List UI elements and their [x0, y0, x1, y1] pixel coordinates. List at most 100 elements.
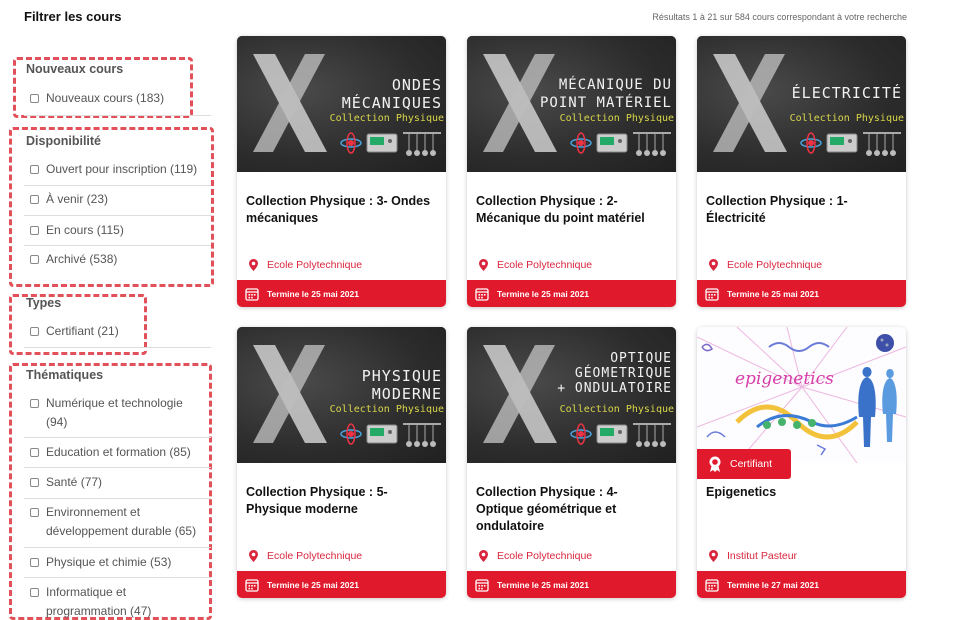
- checkbox[interactable]: [30, 558, 39, 567]
- filter-option-physics[interactable]: Physique et chimie (53): [30, 553, 212, 572]
- checkbox[interactable]: [30, 195, 39, 204]
- divider: [24, 347, 211, 348]
- filter-option-digital[interactable]: Numérique et technologie (94): [30, 394, 190, 432]
- checkbox[interactable]: [30, 255, 39, 264]
- thumb-text: MODERNE: [371, 385, 442, 403]
- filter-group-title-types: Types: [26, 296, 62, 310]
- thumb-subtitle: Collection Physique: [559, 113, 674, 124]
- course-end-date: Termine le 25 mai 2021: [237, 280, 446, 307]
- divider: [24, 467, 211, 468]
- course-card[interactable]: ÉLECTRICITÉ Collection Physique Collecti…: [697, 36, 906, 307]
- filter-option-upcoming[interactable]: À venir (23): [30, 190, 212, 209]
- divider: [24, 498, 211, 499]
- filter-option-health[interactable]: Santé (77): [30, 473, 212, 492]
- physics-props-icon: [570, 132, 671, 156]
- course-title[interactable]: Collection Physique : 5- Physique modern…: [246, 484, 438, 518]
- x-logo-icon: [253, 345, 327, 443]
- checkbox[interactable]: [30, 399, 39, 408]
- course-thumbnail: ÉLECTRICITÉ Collection Physique: [697, 36, 906, 172]
- physics-props-icon: [340, 132, 441, 156]
- filter-group-title-new: Nouveaux cours: [26, 62, 124, 76]
- checkbox[interactable]: [30, 327, 39, 336]
- course-card[interactable]: OPTIQUE GÉOMETRIQUE + ONDULATOIRE Collecti…: [467, 327, 676, 598]
- results-count: Résultats 1 à 21 sur 584 cours correspon…: [652, 12, 907, 22]
- filter-option-certifying[interactable]: Certifiant (21): [30, 322, 212, 341]
- physics-props-icon: [800, 132, 901, 156]
- x-logo-icon: [483, 345, 557, 443]
- filter-option-environment[interactable]: Environnement et développement durable (…: [30, 503, 212, 541]
- divider: [24, 245, 211, 246]
- thumb-text: POINT MATÉRIEL: [539, 95, 672, 111]
- location-pin-icon: [249, 550, 258, 562]
- course-organization: Ecole Polytechnique: [709, 259, 822, 271]
- filter-option-new-courses[interactable]: Nouveaux cours (183): [30, 89, 212, 108]
- course-card[interactable]: epigenetics Certifiant Epigenetics Insti…: [697, 327, 906, 598]
- course-end-date: Termine le 27 mai 2021: [697, 571, 906, 598]
- divider: [24, 215, 211, 216]
- divider: [24, 115, 211, 116]
- location-pin-icon: [249, 259, 258, 271]
- thumb-subtitle: Collection Physique: [329, 404, 444, 415]
- course-organization: Ecole Polytechnique: [479, 550, 592, 562]
- filter-group-title-themes: Thématiques: [26, 368, 104, 382]
- filter-option-ongoing[interactable]: En cours (115): [30, 221, 212, 240]
- checkbox[interactable]: [30, 94, 39, 103]
- checkbox[interactable]: [30, 478, 39, 487]
- divider: [24, 577, 211, 578]
- thumb-text: GÉOMETRIQUE: [574, 366, 672, 381]
- course-thumbnail: OPTIQUE GÉOMETRIQUE + ONDULATOIRE Collecti…: [467, 327, 676, 463]
- course-title[interactable]: Collection Physique : 1- Électricité: [706, 193, 898, 227]
- course-end-date: Termine le 25 mai 2021: [467, 280, 676, 307]
- course-title[interactable]: Epigenetics: [706, 484, 898, 501]
- filter-option-archived[interactable]: Archivé (538): [30, 250, 212, 269]
- course-end-date: Termine le 25 mai 2021: [237, 571, 446, 598]
- course-organization: Ecole Polytechnique: [249, 550, 362, 562]
- course-end-date: Termine le 25 mai 2021: [697, 280, 906, 307]
- filter-option-computing[interactable]: Informatique et programmation (47): [30, 583, 180, 620]
- course-title[interactable]: Collection Physique : 2- Mécanique du po…: [476, 193, 668, 227]
- filter-option-education[interactable]: Education et formation (85): [30, 443, 212, 462]
- filter-option-open[interactable]: Ouvert pour inscription (119): [30, 160, 212, 179]
- course-organization: Ecole Polytechnique: [249, 259, 362, 271]
- course-title[interactable]: Collection Physique : 3- Ondes mécanique…: [246, 193, 438, 227]
- course-organization: Institut Pasteur: [709, 550, 797, 562]
- filter-title: Filtrer les cours: [24, 9, 122, 24]
- thumb-word: epigenetics: [735, 369, 834, 389]
- course-card[interactable]: ONDES MÉCANIQUES Collection Physique Coll…: [237, 36, 446, 307]
- checkbox[interactable]: [30, 226, 39, 235]
- location-pin-icon: [479, 550, 488, 562]
- thumb-text: MÉCANIQUES: [341, 94, 442, 112]
- divider: [24, 185, 211, 186]
- course-card[interactable]: MÉCANIQUE DU POINT MATÉRIEL Collection Ph…: [467, 36, 676, 307]
- thumb-subtitle: Collection Physique: [559, 404, 674, 415]
- divider: [24, 437, 211, 438]
- checkbox[interactable]: [30, 508, 39, 517]
- calendar-icon: [475, 287, 489, 301]
- thumb-text: ONDES: [391, 76, 442, 94]
- physics-props-icon: [340, 423, 441, 447]
- calendar-icon: [245, 287, 259, 301]
- course-card[interactable]: PHYSIQUE MODERNE Collection Physique Coll…: [237, 327, 446, 598]
- location-pin-icon: [709, 259, 718, 271]
- divider: [24, 547, 211, 548]
- award-ribbon-icon: [709, 456, 721, 472]
- filter-group-title-availability: Disponibilité: [26, 134, 101, 148]
- course-end-date: Termine le 25 mai 2021: [467, 571, 676, 598]
- course-title[interactable]: Collection Physique : 4- Optique géométr…: [476, 484, 668, 535]
- x-logo-icon: [253, 54, 327, 152]
- thumb-text: PHYSIQUE: [361, 367, 442, 385]
- thumb-subtitle: Collection Physique: [789, 113, 904, 124]
- checkbox[interactable]: [30, 448, 39, 457]
- course-thumbnail: PHYSIQUE MODERNE Collection Physique: [237, 327, 446, 463]
- certifying-badge: Certifiant: [697, 449, 791, 479]
- course-thumbnail: epigenetics: [697, 327, 906, 463]
- checkbox[interactable]: [30, 588, 39, 597]
- location-pin-icon: [709, 550, 718, 562]
- location-pin-icon: [479, 259, 488, 271]
- checkbox[interactable]: [30, 165, 39, 174]
- thumb-text: ÉLECTRICITÉ: [791, 84, 902, 102]
- thumb-text: MÉCANIQUE DU: [558, 77, 672, 93]
- calendar-icon: [245, 578, 259, 592]
- thumb-subtitle: Collection Physique: [329, 113, 444, 124]
- course-organization: Ecole Polytechnique: [479, 259, 592, 271]
